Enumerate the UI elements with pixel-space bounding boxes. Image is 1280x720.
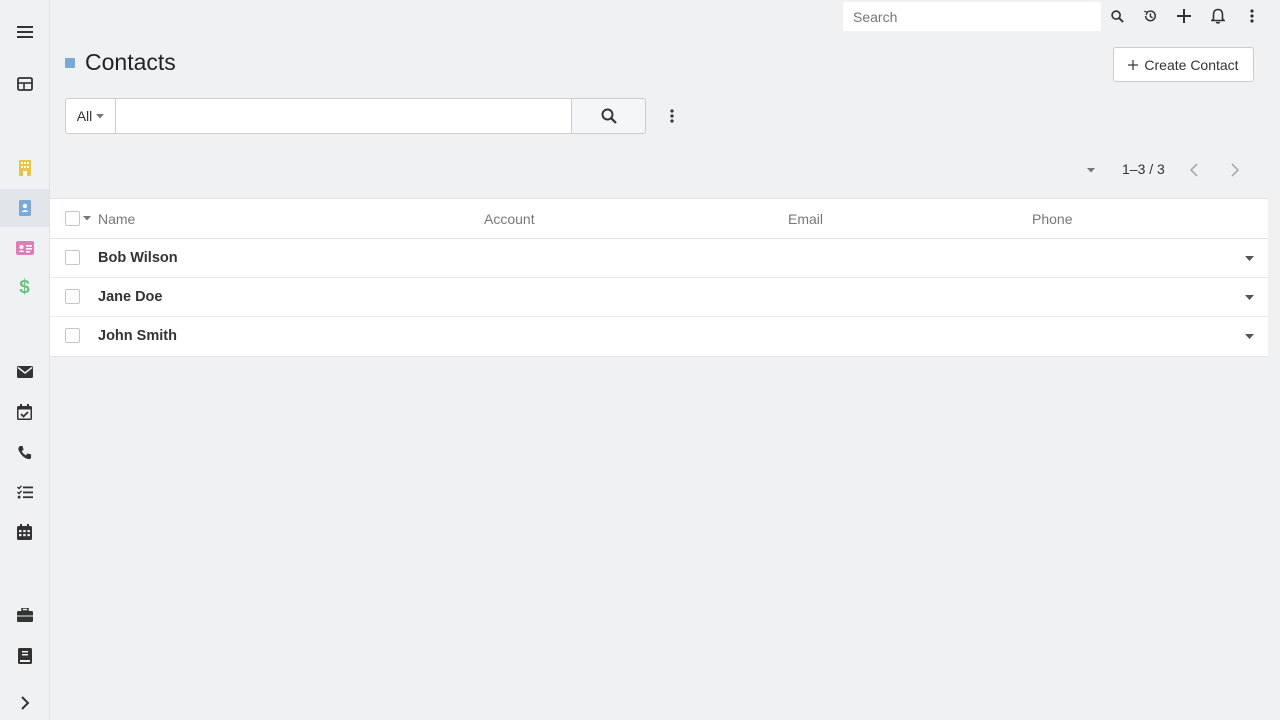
caret-down-icon: [83, 215, 91, 221]
caret-down-icon: [1244, 333, 1254, 339]
chevron-right-icon: [1231, 163, 1239, 177]
column-header-email[interactable]: Email: [788, 211, 823, 227]
briefcase-icon: [16, 608, 33, 622]
sidebar-item-opportunities[interactable]: $: [0, 269, 49, 307]
history-icon: [1143, 9, 1157, 23]
title-color-marker: [65, 58, 75, 68]
caret-down-icon: [96, 113, 105, 119]
sidebar: $: [0, 0, 50, 720]
row-actions-dropdown[interactable]: [1242, 330, 1256, 342]
search-icon: [1110, 9, 1124, 23]
dashboard-grid-icon: [16, 77, 33, 91]
hamburger-menu-icon: [16, 25, 33, 39]
sidebar-item-briefcase[interactable]: [0, 596, 49, 634]
dollar-icon: $: [19, 277, 30, 298]
contact-name-link[interactable]: John Smith: [98, 328, 177, 344]
row-actions-dropdown[interactable]: [1242, 291, 1256, 303]
text-filter-input[interactable]: [116, 98, 571, 134]
row-actions-dropdown[interactable]: [1242, 252, 1256, 264]
column-header-account[interactable]: Account: [484, 211, 535, 227]
phone-icon: [17, 445, 32, 460]
contact-name-link[interactable]: Bob Wilson: [98, 250, 178, 266]
pagination-info: 1–3 / 3: [1122, 161, 1165, 177]
global-search-button[interactable]: [1104, 4, 1130, 28]
search-bar: All: [65, 98, 646, 134]
contacts-table: Name Account Email Phone Bob Wilson Jane…: [50, 198, 1268, 357]
sidebar-item-knowledge-base[interactable]: [0, 637, 49, 675]
bell-icon: [1211, 8, 1225, 24]
contact-card-icon: [18, 200, 31, 216]
contact-name-link[interactable]: Jane Doe: [98, 289, 162, 305]
table-row: John Smith: [50, 317, 1268, 356]
filter-scope-dropdown[interactable]: All: [65, 98, 116, 134]
row-checkbox[interactable]: [65, 250, 80, 265]
book-icon: [17, 648, 32, 664]
more-vertical-icon: [670, 109, 674, 123]
calendar-icon: [17, 524, 32, 540]
sidebar-item-tasks[interactable]: [0, 473, 49, 511]
task-list-icon: [16, 485, 33, 499]
sidebar-toggle-button[interactable]: [0, 13, 49, 51]
page-title: Contacts: [85, 49, 176, 75]
filter-options-button[interactable]: [660, 104, 684, 128]
sidebar-item-contacts[interactable]: [0, 189, 49, 227]
next-page-button[interactable]: [1224, 159, 1246, 181]
search-button[interactable]: [571, 98, 646, 134]
sidebar-item-accounts[interactable]: [0, 149, 49, 187]
sidebar-item-calendar[interactable]: [0, 513, 49, 551]
history-button[interactable]: [1137, 4, 1163, 28]
caret-down-icon: [1087, 167, 1095, 173]
table-row: Bob Wilson: [50, 239, 1268, 278]
select-actions-dropdown[interactable]: [82, 213, 92, 223]
envelope-icon: [16, 366, 33, 378]
column-header-phone[interactable]: Phone: [1032, 211, 1072, 227]
column-header-name[interactable]: Name: [98, 211, 135, 227]
chevron-left-icon: [1190, 163, 1198, 177]
sidebar-item-calls[interactable]: [0, 433, 49, 471]
building-icon: [18, 160, 32, 176]
table-row: Jane Doe: [50, 278, 1268, 317]
sidebar-item-dashboard[interactable]: [0, 65, 49, 103]
calendar-check-icon: [17, 404, 32, 420]
select-all-checkbox[interactable]: [65, 211, 80, 226]
caret-down-icon: [1244, 294, 1254, 300]
sidebar-expand-button[interactable]: [0, 684, 49, 720]
global-search-input[interactable]: [843, 2, 1101, 31]
previous-page-button[interactable]: [1183, 159, 1205, 181]
quick-create-button[interactable]: [1171, 4, 1197, 28]
search-icon: [601, 108, 617, 124]
sort-dropdown[interactable]: [1083, 162, 1099, 178]
filter-scope-label: All: [76, 108, 93, 124]
plus-icon: [1177, 9, 1191, 23]
row-checkbox[interactable]: [65, 289, 80, 304]
row-checkbox[interactable]: [65, 328, 80, 343]
create-contact-label: Create Contact: [1144, 56, 1239, 73]
table-header: Name Account Email Phone: [50, 199, 1268, 239]
create-contact-button[interactable]: Create Contact: [1113, 47, 1254, 82]
notifications-button[interactable]: [1205, 4, 1231, 28]
more-menu-button[interactable]: [1239, 4, 1265, 28]
caret-down-icon: [1244, 255, 1254, 261]
more-vertical-icon: [1250, 9, 1254, 23]
chevron-right-icon: [20, 695, 30, 711]
id-card-icon: [15, 241, 34, 255]
sidebar-item-meetings[interactable]: [0, 393, 49, 431]
plus-icon: [1128, 59, 1139, 70]
sidebar-item-leads[interactable]: [0, 229, 49, 267]
sidebar-item-emails[interactable]: [0, 353, 49, 391]
